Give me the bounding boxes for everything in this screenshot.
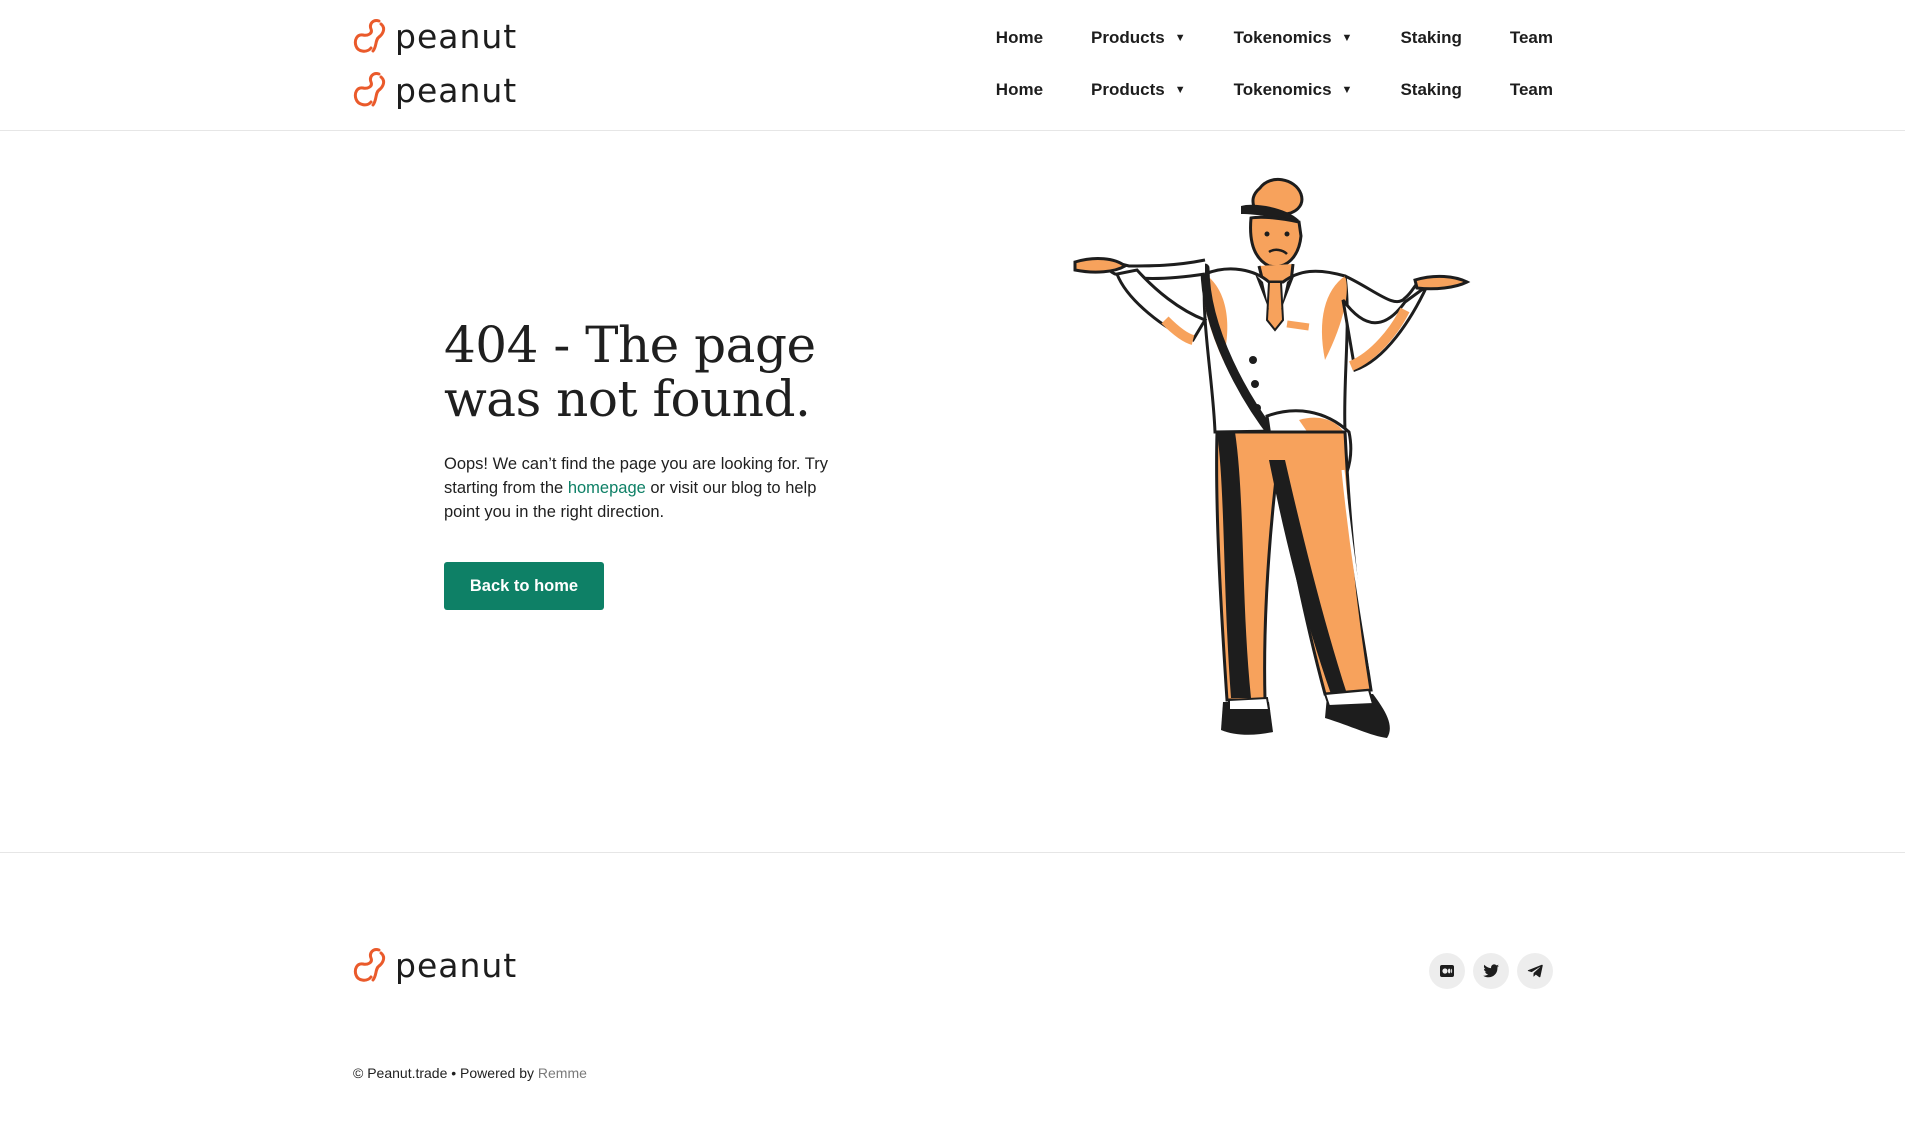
logo-text: peanut xyxy=(395,70,518,110)
nav-team-label: Team xyxy=(1509,28,1553,47)
nav-home[interactable]: Home xyxy=(996,28,1043,48)
site-footer: peanut © Peanut.trade • Powered by Remme xyxy=(0,852,1905,1132)
logo[interactable]: peanut xyxy=(353,71,517,109)
logo-text: peanut xyxy=(395,16,518,56)
peanut-logo-icon xyxy=(353,19,386,53)
shrugging-mailman-illustration xyxy=(1073,178,1471,738)
copyright: © Peanut.trade • Powered by Remme xyxy=(353,1065,587,1081)
nav-products-label: Products xyxy=(1091,80,1165,99)
error-title: 404 - The page was not found. xyxy=(444,316,816,428)
twitter-button[interactable] xyxy=(1473,953,1509,989)
nav-tokenomics-label: Tokenomics xyxy=(1233,28,1332,47)
nav-team[interactable]: Team xyxy=(1510,28,1553,48)
footer-logo[interactable]: peanut xyxy=(353,947,517,983)
nav-products[interactable]: Products ▼ xyxy=(1091,80,1186,100)
nav-home-label: Home xyxy=(995,80,1044,99)
nav-staking-label: Staking xyxy=(1400,28,1462,47)
peanut-logo-icon xyxy=(353,948,386,982)
medium-button[interactable] xyxy=(1429,953,1465,989)
peanut-logo-icon xyxy=(353,72,386,107)
back-to-home-button[interactable]: Back to home xyxy=(444,562,604,610)
remme-link[interactable]: Remme xyxy=(538,1065,587,1081)
caret-down-icon: ▼ xyxy=(1174,32,1186,44)
telegram-button[interactable] xyxy=(1517,953,1553,989)
nav-tokenomics[interactable]: Tokenomics ▼ xyxy=(1234,28,1353,48)
nav-tokenomics[interactable]: Tokenomics ▼ xyxy=(1234,80,1353,100)
nav-products-label: Products xyxy=(1091,28,1165,47)
copyright-text: © Peanut.trade • Powered by xyxy=(353,1065,538,1081)
logo[interactable]: peanut xyxy=(353,18,517,54)
nav-home-label: Home xyxy=(995,28,1044,47)
medium-icon xyxy=(1440,965,1454,977)
nav-staking[interactable]: Staking xyxy=(1400,28,1461,48)
twitter-icon xyxy=(1483,964,1499,978)
main-nav: Home Products ▼ Tokenomics ▼ Staking Team xyxy=(996,28,1553,48)
caret-down-icon: ▼ xyxy=(1174,84,1186,96)
nav-tokenomics-label: Tokenomics xyxy=(1233,80,1332,99)
telegram-icon xyxy=(1527,964,1543,978)
error-message: Oops! We can’t find the page you are loo… xyxy=(444,452,854,524)
nav-home[interactable]: Home xyxy=(996,80,1043,100)
nav-team[interactable]: Team xyxy=(1510,80,1553,100)
nav-staking[interactable]: Staking xyxy=(1400,80,1461,100)
caret-down-icon: ▼ xyxy=(1341,84,1353,96)
homepage-link[interactable]: homepage xyxy=(568,479,646,497)
logo-text: peanut xyxy=(395,945,518,985)
caret-down-icon: ▼ xyxy=(1341,32,1353,44)
main-nav: Home Products ▼ Tokenomics ▼ Staking Team xyxy=(996,80,1553,100)
nav-staking-label: Staking xyxy=(1400,80,1462,99)
social-links xyxy=(1421,953,1553,989)
site-header: peanut Home Products ▼ Tokenomics ▼ Stakin… xyxy=(0,0,1905,131)
nav-team-label: Team xyxy=(1509,80,1553,99)
nav-products[interactable]: Products ▼ xyxy=(1091,28,1186,48)
